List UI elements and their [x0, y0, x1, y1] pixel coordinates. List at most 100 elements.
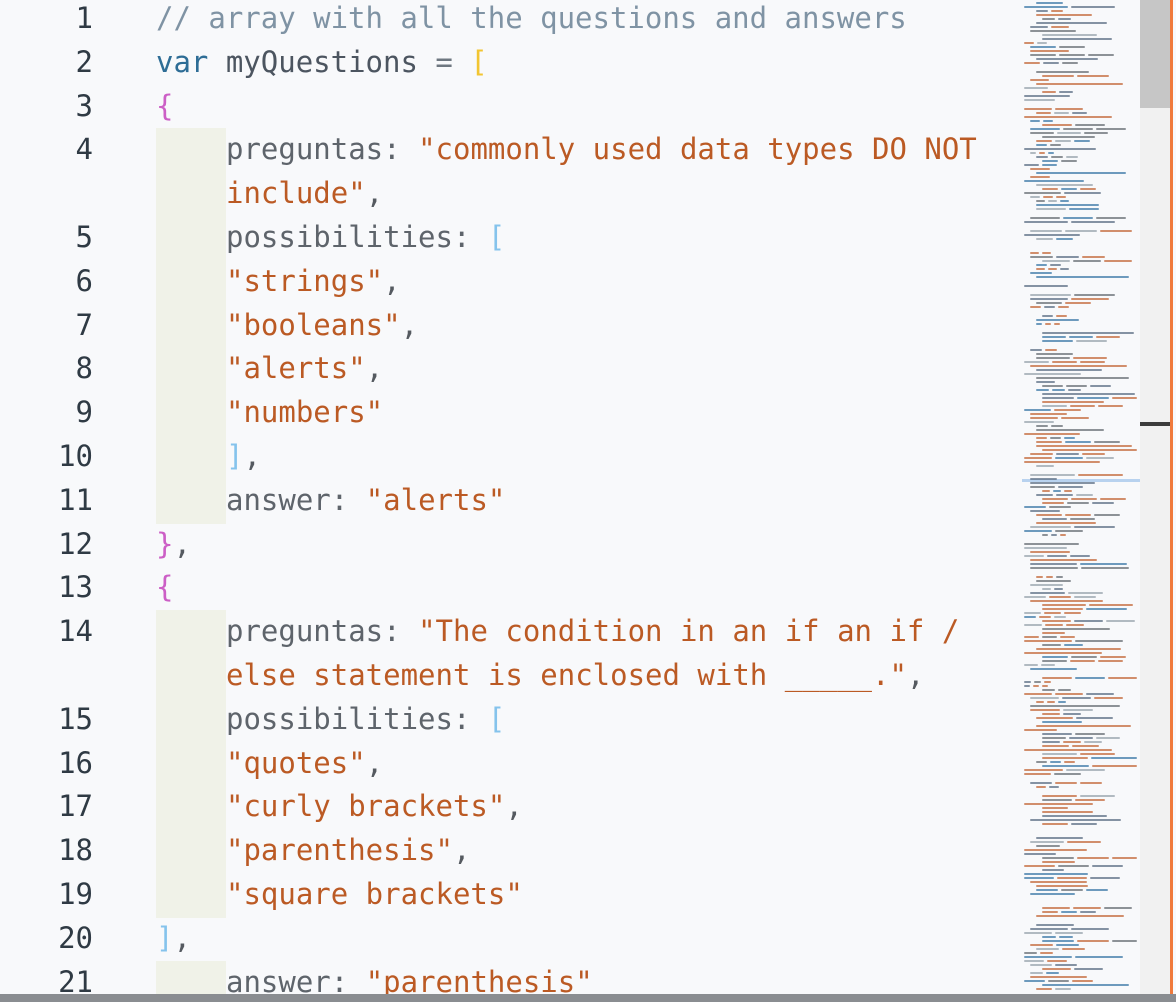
- minimap-line: [1024, 95, 1070, 97]
- minimap-line: [1024, 506, 1046, 508]
- minimap-line: [1024, 192, 1061, 194]
- minimap-line: [1024, 849, 1087, 851]
- minimap-line: [1056, 944, 1079, 946]
- line-number: 11: [58, 482, 93, 517]
- minimap-line: [1062, 948, 1085, 950]
- minimap-line: [1036, 264, 1047, 266]
- minimap-line: [1024, 853, 1056, 855]
- minimap-line: [1042, 741, 1060, 743]
- minimap-line: [1080, 782, 1102, 784]
- minimap-line: [1059, 46, 1085, 48]
- minimap-line: [1036, 915, 1124, 917]
- minimap-line: [1075, 640, 1123, 642]
- minimap-line: [1075, 799, 1105, 801]
- minimap-line: [1024, 361, 1049, 363]
- minimap-line: [1030, 976, 1087, 978]
- minimap-line: [1065, 514, 1091, 516]
- minimap-line: [1030, 365, 1127, 367]
- minimap-line: [1042, 795, 1077, 797]
- minimap-line: [1069, 208, 1099, 210]
- horizontal-scrollbar[interactable]: [0, 994, 1176, 1002]
- minimap-line: [1054, 112, 1069, 114]
- minimap-line: [1073, 907, 1101, 909]
- minimap-line: [1094, 697, 1123, 699]
- minimap-line: [1042, 660, 1067, 662]
- minimap-line: [1036, 761, 1047, 763]
- minimap-line: [1036, 717, 1073, 719]
- minimap-line: [1042, 628, 1110, 630]
- minimap-line: [1077, 940, 1109, 942]
- minimap-line: [1047, 701, 1055, 703]
- minimap-line: [1042, 385, 1063, 387]
- minimap-line: [1072, 980, 1093, 982]
- line-number: 2: [75, 44, 93, 79]
- minimap-line: [1042, 588, 1051, 590]
- code-text: "curly brackets",: [226, 784, 523, 828]
- minimap-line: [1051, 10, 1063, 12]
- minimap-line: [1030, 964, 1052, 966]
- minimap-line: [1054, 616, 1066, 618]
- minimap-line: [1042, 401, 1104, 403]
- minimap-line: [1024, 596, 1046, 598]
- vertical-scrollbar-track[interactable]: [1140, 0, 1170, 994]
- minimap-line: [1036, 522, 1096, 524]
- code-token: answer:: [226, 482, 366, 517]
- minimap-line: [1044, 681, 1051, 683]
- minimap-line: [1036, 369, 1102, 371]
- minimap-line: [1096, 737, 1120, 739]
- minimap-line: [1024, 42, 1034, 44]
- code-token: ]: [226, 439, 244, 473]
- minimap-line: [1024, 409, 1051, 411]
- code-text: // array with all the questions and answ…: [156, 0, 907, 40]
- minimap-line: [1042, 518, 1067, 520]
- minimap-line: [1024, 729, 1057, 731]
- minimap-line: [1042, 75, 1074, 77]
- minimap-line: [1081, 567, 1129, 569]
- minimap-line: [1043, 196, 1053, 198]
- code-token: "The condition in an if an if /: [418, 614, 960, 649]
- minimap-line: [1024, 773, 1051, 775]
- minimap-line: [1042, 984, 1129, 986]
- minimap-line: [1024, 421, 1054, 423]
- minimap-line: [1042, 721, 1082, 723]
- code-text: "quotes",: [226, 741, 383, 785]
- minimap-line: [1036, 437, 1047, 439]
- minimap-line: [1036, 22, 1107, 24]
- minimap-line: [1076, 494, 1093, 496]
- minimap-line: [1104, 907, 1132, 909]
- minimap-line: [1061, 188, 1077, 190]
- vertical-scrollbar-thumb[interactable]: [1140, 0, 1170, 108]
- minimap-line: [1077, 857, 1109, 859]
- minimap-line: [1058, 701, 1066, 703]
- minimap-line: [1036, 377, 1129, 379]
- code-text: },: [156, 522, 191, 566]
- minimap-line: [1065, 230, 1097, 232]
- minimap-line: [1042, 799, 1072, 801]
- minimap-line: [1061, 160, 1077, 162]
- minimap-line: [1036, 144, 1047, 146]
- code-editor[interactable]: 1 // array with all the questions and ans…: [0, 0, 1176, 1002]
- minimap-line: [1094, 514, 1120, 516]
- minimap-line: [1042, 737, 1066, 739]
- minimap-line: [1069, 336, 1093, 338]
- minimap-line: [1112, 857, 1137, 859]
- minimap-line: [1036, 83, 1123, 85]
- line-number: 18: [58, 833, 93, 868]
- code-token: include": [226, 176, 366, 211]
- minimap[interactable]: [1022, 0, 1140, 994]
- minimap-line: [1054, 323, 1060, 325]
- minimap-line: [1044, 306, 1055, 308]
- minimap-line: [1030, 46, 1056, 48]
- minimap-line: [1064, 644, 1083, 646]
- minimap-line: [1042, 136, 1095, 138]
- minimap-line: [1060, 268, 1069, 270]
- minimap-line: [1094, 441, 1120, 443]
- minimap-line: [1042, 807, 1068, 809]
- minimap-line: [1074, 620, 1103, 622]
- code-text: "booleans",: [226, 303, 418, 347]
- code-text: {: [156, 84, 173, 128]
- minimap-line: [1048, 268, 1057, 270]
- code-token: myQuestions: [208, 44, 436, 79]
- indent-guide: [156, 829, 226, 874]
- indent-guide: [156, 654, 226, 699]
